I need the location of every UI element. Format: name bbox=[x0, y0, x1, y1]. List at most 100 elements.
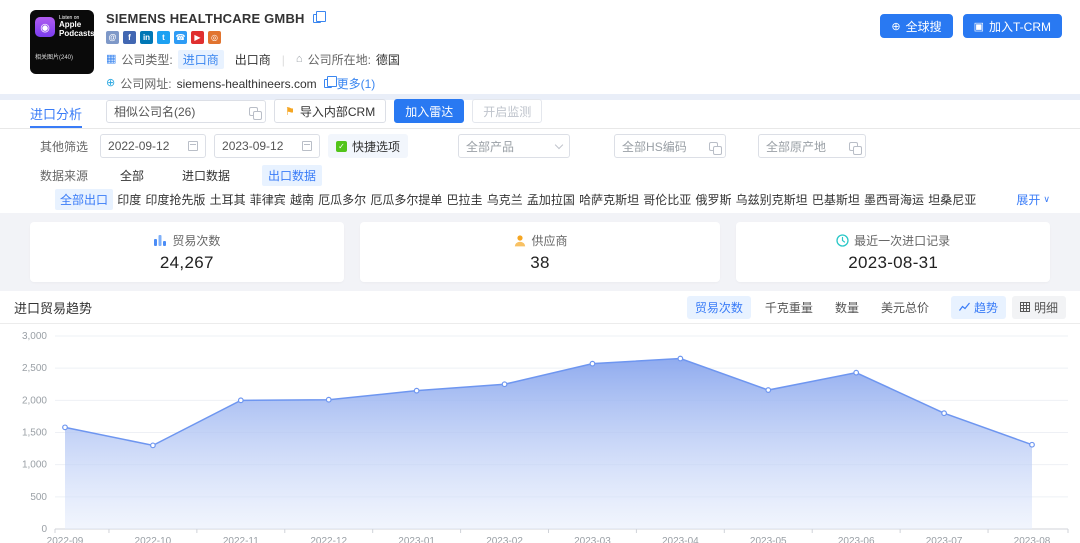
data-point[interactable] bbox=[502, 382, 507, 387]
country-tab[interactable]: 孟加拉国 bbox=[527, 191, 575, 208]
expand-label: 展开 bbox=[1016, 191, 1040, 208]
copy-website-icon[interactable] bbox=[324, 79, 332, 88]
company-type-import-badge[interactable]: 进口商 bbox=[178, 50, 224, 69]
check-icon: ✓ bbox=[336, 141, 347, 152]
country-tab[interactable]: 厄瓜多尔提单 bbox=[370, 191, 442, 208]
view-tab[interactable]: 趋势 bbox=[951, 296, 1006, 319]
country-list: 全部出口印度印度抢先版土耳其菲律宾越南厄瓜多尔厄瓜多尔提单巴拉圭乌克兰孟加拉国哈… bbox=[55, 189, 1016, 210]
country-tab[interactable]: 乌克兰 bbox=[487, 191, 523, 208]
globe-button-icon: ⊕ bbox=[891, 20, 900, 33]
table-icon bbox=[1020, 302, 1030, 312]
country-tab[interactable]: 乌兹别克斯坦 bbox=[736, 191, 808, 208]
similar-companies-value: 相似公司名(26) bbox=[114, 103, 195, 120]
x-tick-label: 2023-02 bbox=[486, 536, 523, 543]
add-tcrm-button[interactable]: ▣ 加入T-CRM bbox=[963, 14, 1062, 38]
country-tab[interactable]: 全部出口 bbox=[55, 189, 113, 210]
y-tick-label: 2,000 bbox=[22, 395, 47, 406]
data-point[interactable] bbox=[151, 443, 156, 448]
data-point[interactable] bbox=[942, 411, 947, 416]
data-point[interactable] bbox=[678, 356, 683, 361]
stat-card-suppliers: 供应商 38 bbox=[360, 222, 721, 282]
website-more-link[interactable]: 更多(1) bbox=[337, 75, 376, 92]
global-search-label: 全球搜 bbox=[906, 18, 942, 35]
data-point[interactable] bbox=[326, 397, 331, 402]
country-tab[interactable]: 印度 bbox=[117, 191, 141, 208]
metric-tabs: 贸易次数千克重量数量美元总价 bbox=[687, 296, 937, 319]
data-source-bar: 数据来源 全部进口数据出口数据 bbox=[0, 163, 1080, 187]
monitor-label: 开启监测 bbox=[483, 103, 531, 120]
monitor-button[interactable]: 开启监测 bbox=[472, 99, 542, 123]
country-bar: 全部出口印度印度抢先版土耳其菲律宾越南厄瓜多尔厄瓜多尔提单巴拉圭乌克兰孟加拉国哈… bbox=[0, 187, 1080, 213]
y-tick-label: 1,000 bbox=[22, 460, 47, 471]
data-source-options: 全部 进口数据 出口数据 bbox=[114, 165, 322, 186]
x-tick-label: 2023-05 bbox=[750, 536, 787, 543]
product-select[interactable]: 全部产品 bbox=[458, 134, 570, 158]
global-search-button[interactable]: ⊕ 全球搜 bbox=[880, 14, 952, 38]
data-point[interactable] bbox=[854, 370, 859, 375]
other-filters-label: 其他筛选 bbox=[40, 138, 88, 155]
country-tab[interactable]: 印度抢先版 bbox=[145, 191, 205, 208]
apple-podcasts-icon: ◉ bbox=[35, 17, 55, 37]
country-tab[interactable]: 土耳其 bbox=[210, 191, 246, 208]
data-point[interactable] bbox=[239, 398, 244, 403]
hs-code-value: 全部HS编码 bbox=[622, 138, 687, 155]
calendar-icon bbox=[188, 141, 198, 151]
quick-options-label: 快捷选项 bbox=[352, 138, 400, 155]
date-to-input[interactable]: 2023-09-12 bbox=[214, 134, 320, 158]
country-tab[interactable]: 墨西哥海运 bbox=[864, 191, 924, 208]
metric-tab[interactable]: 千克重量 bbox=[757, 296, 821, 319]
stat-value: 2023-08-31 bbox=[848, 253, 938, 273]
website-value[interactable]: siemens-healthineers.com bbox=[177, 77, 317, 91]
data-point[interactable] bbox=[414, 388, 419, 393]
stat-card-last-import: 最近一次进口记录 2023-08-31 bbox=[736, 222, 1050, 282]
filter-bar: 其他筛选 2022-09-12 2023-09-12 ✓ 快捷选项 全部产品 全… bbox=[0, 129, 1080, 163]
website-label: 公司网址: bbox=[120, 75, 171, 92]
data-point[interactable] bbox=[1030, 442, 1035, 447]
hs-code-select[interactable]: 全部HS编码 bbox=[614, 134, 726, 158]
country-tab[interactable]: 厄瓜多尔 bbox=[318, 191, 366, 208]
youtube-icon[interactable]: ▶ bbox=[191, 31, 204, 44]
country-tab[interactable]: 俄罗斯 bbox=[695, 191, 731, 208]
country-tab[interactable]: 越南 bbox=[290, 191, 314, 208]
view-tab-label: 明细 bbox=[1034, 299, 1058, 316]
similar-companies-input[interactable]: 相似公司名(26) bbox=[106, 100, 266, 123]
expand-link[interactable]: 展开 ∨ bbox=[1016, 191, 1050, 208]
view-tab-label: 趋势 bbox=[974, 299, 998, 316]
linkedin-icon[interactable]: in bbox=[140, 31, 153, 44]
country-tab[interactable]: 菲律宾 bbox=[250, 191, 286, 208]
copy-icon[interactable] bbox=[313, 14, 321, 23]
metric-tab[interactable]: 贸易次数 bbox=[687, 296, 751, 319]
quick-options-button[interactable]: ✓ 快捷选项 bbox=[328, 134, 408, 158]
metric-tab[interactable]: 美元总价 bbox=[873, 296, 937, 319]
source-option[interactable]: 出口数据 bbox=[262, 165, 322, 186]
add-radar-button[interactable]: 加入雷达 bbox=[394, 99, 464, 123]
date-from-input[interactable]: 2022-09-12 bbox=[100, 134, 206, 158]
country-tab[interactable]: 坦桑尼亚 bbox=[928, 191, 976, 208]
data-point[interactable] bbox=[590, 361, 595, 366]
source-option[interactable]: 进口数据 bbox=[176, 165, 236, 186]
data-point[interactable] bbox=[766, 388, 771, 393]
product-value: 全部产品 bbox=[466, 138, 514, 155]
origin-select[interactable]: 全部原产地 bbox=[758, 134, 866, 158]
country-tab[interactable]: 巴基斯坦 bbox=[812, 191, 860, 208]
view-tab[interactable]: 明细 bbox=[1012, 296, 1066, 319]
instagram-icon[interactable]: ◎ bbox=[208, 31, 221, 44]
metric-tab[interactable]: 数量 bbox=[827, 296, 867, 319]
twitter-icon[interactable]: t bbox=[157, 31, 170, 44]
trend-chart: 05001,0001,5002,0002,5003,0002022-092022… bbox=[0, 324, 1080, 543]
company-header: ◉ Listen on Apple Podcasts 相关图片(240) SIE… bbox=[0, 0, 1080, 94]
clock-icon bbox=[836, 234, 849, 247]
tcrm-button-icon: ▣ bbox=[974, 20, 984, 33]
facebook-icon[interactable]: f bbox=[123, 31, 136, 44]
data-point[interactable] bbox=[63, 425, 68, 430]
source-option[interactable]: 全部 bbox=[114, 165, 150, 186]
area-fill bbox=[65, 359, 1032, 529]
phone-icon[interactable]: ☎ bbox=[174, 31, 187, 44]
trend-title: 进口贸易趋势 bbox=[14, 298, 92, 317]
country-tab[interactable]: 哈萨克斯坦 bbox=[579, 191, 639, 208]
country-tab[interactable]: 哥伦比亚 bbox=[643, 191, 691, 208]
website-icon[interactable]: @ bbox=[106, 31, 119, 44]
company-type-export[interactable]: 出口商 bbox=[235, 51, 271, 68]
import-crm-button[interactable]: ⚑ 导入内部CRM bbox=[274, 99, 386, 123]
country-tab[interactable]: 巴拉圭 bbox=[447, 191, 483, 208]
